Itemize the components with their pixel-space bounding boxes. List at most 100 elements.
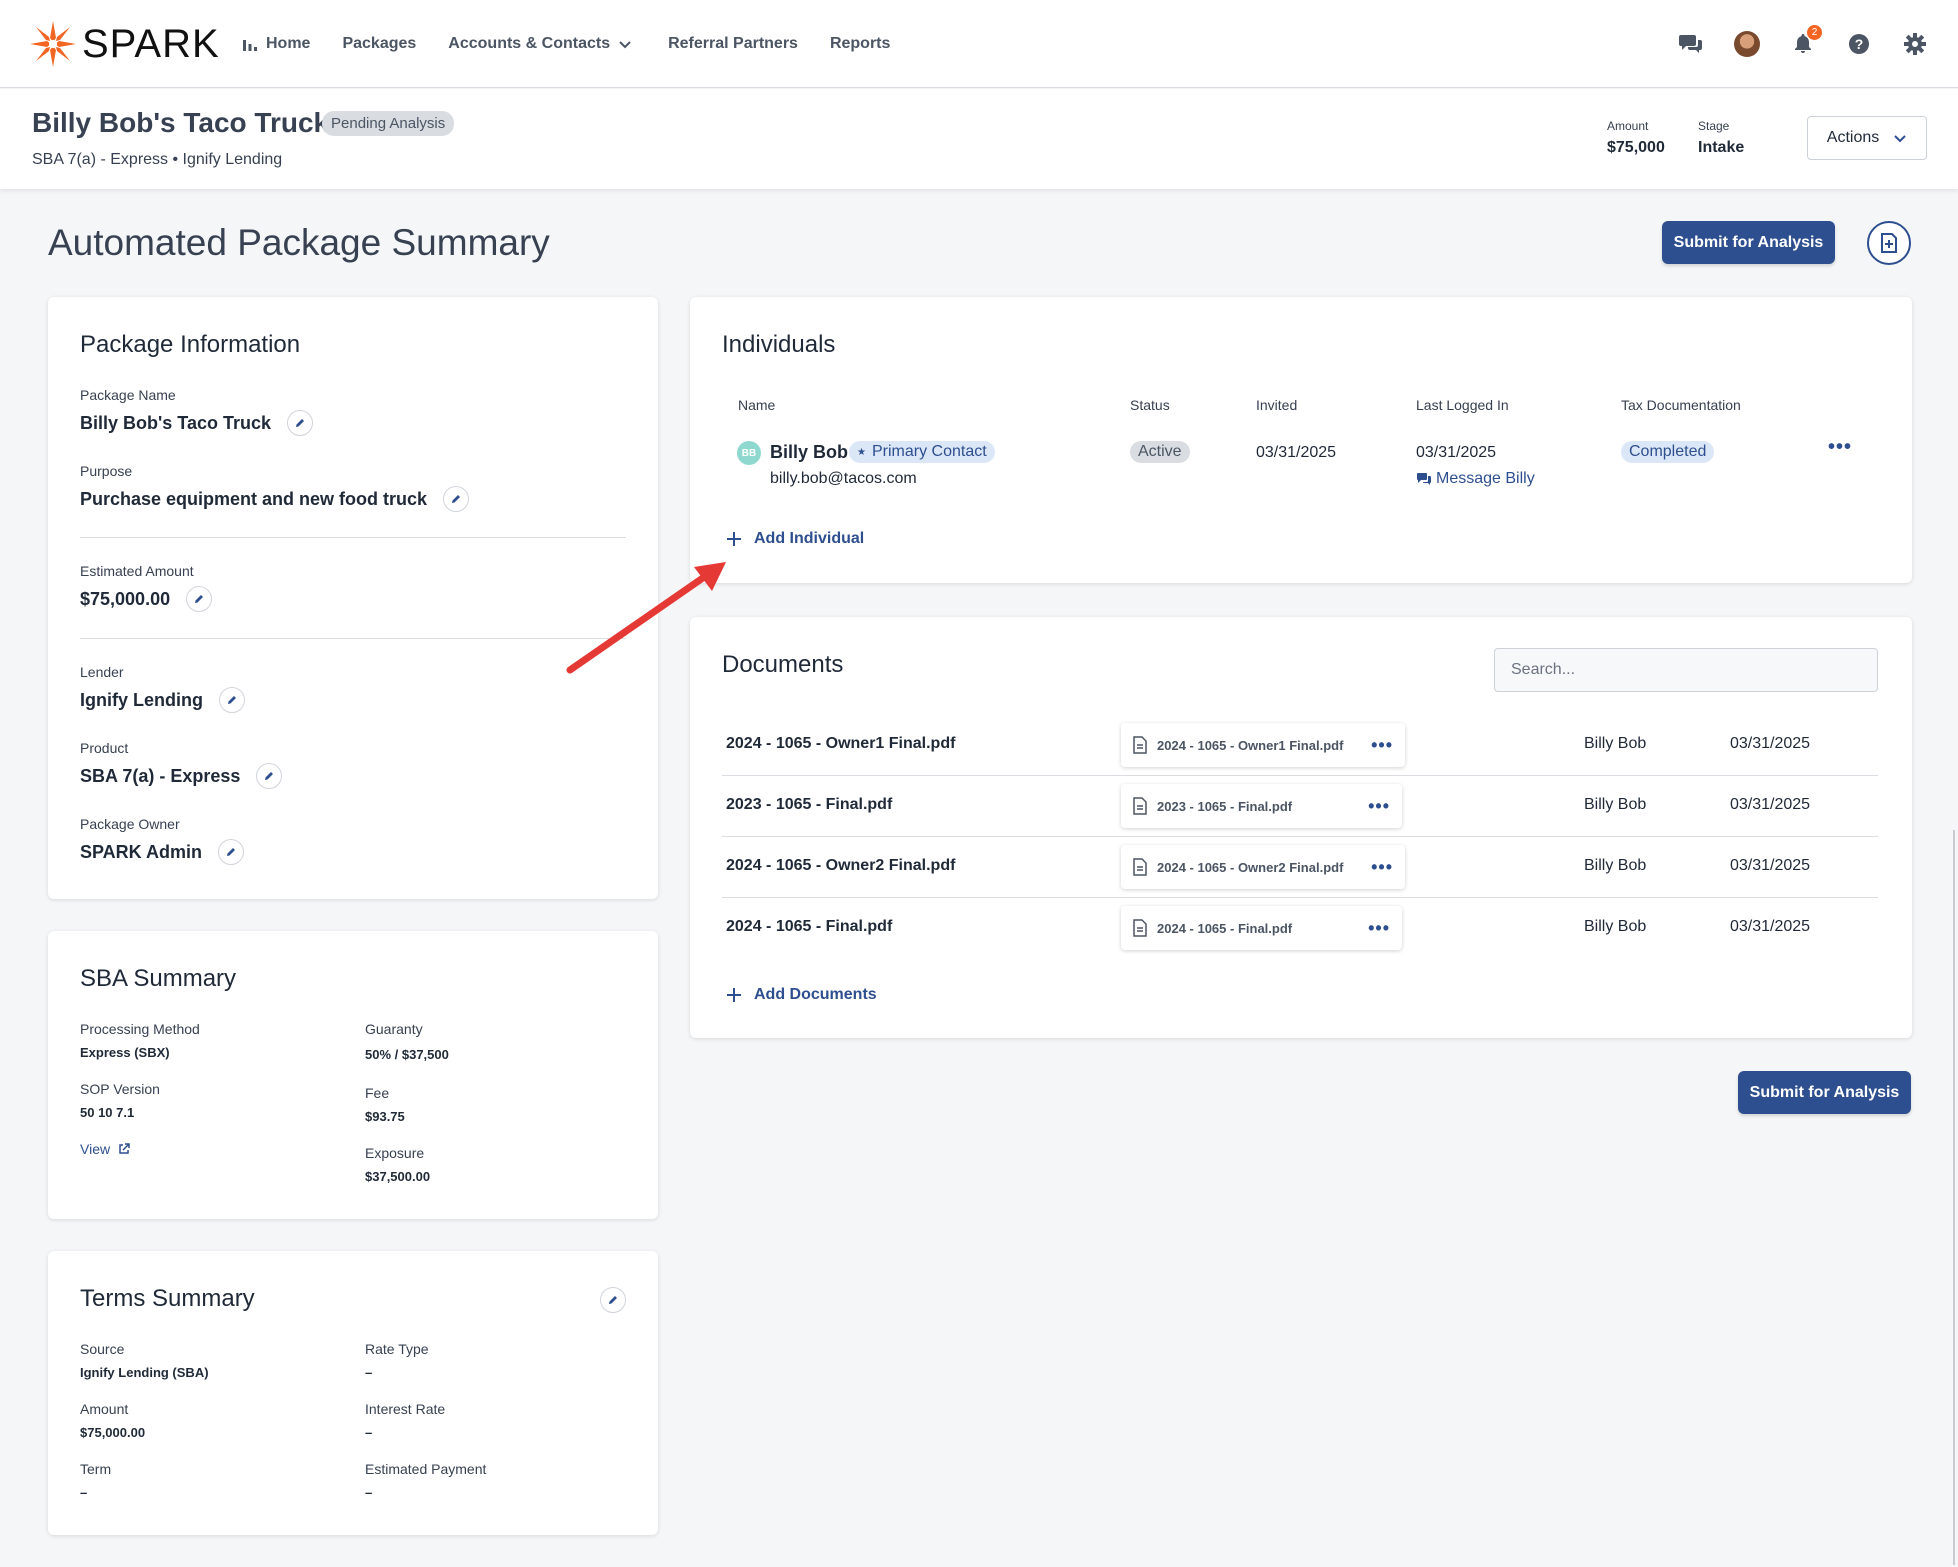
term-label: Term	[80, 1461, 112, 1477]
top-navigation: SPARK Home Packages Accounts & Contacts …	[0, 0, 1958, 88]
package-subtitle: SBA 7(a) - Express • Ignify Lending	[32, 151, 283, 168]
actions-label: Actions	[1826, 129, 1880, 146]
document-row[interactable]: 2024 - 1065 - Final.pdf 2024 - 1065 - Fi…	[722, 898, 1878, 959]
file-icon	[1133, 919, 1147, 937]
more-options-icon[interactable]: •••	[1371, 735, 1393, 756]
document-file-name: 2024 - 1065 - Owner1 Final.pdf	[1157, 737, 1344, 753]
edit-pencil-icon[interactable]	[218, 839, 245, 865]
edit-pencil-icon[interactable]	[219, 687, 245, 713]
document-file-chip[interactable]: 2023 - 1065 - Final.pdf •••	[1121, 784, 1402, 828]
product-field: SBA 7(a) - Express	[80, 763, 283, 789]
document-row[interactable]: 2023 - 1065 - Final.pdf 2023 - 1065 - Fi…	[722, 776, 1878, 837]
primary-contact-label: Primary Contact	[871, 443, 987, 460]
notifications-bell-icon[interactable]: 2	[1790, 25, 1822, 57]
chevron-down-icon	[1894, 135, 1906, 143]
star-icon: ★	[857, 446, 866, 458]
plus-icon	[727, 532, 741, 546]
external-link-icon	[119, 1143, 130, 1154]
document-file-name: 2024 - 1065 - Owner2 Final.pdf	[1157, 859, 1344, 875]
column-header-tax-documentation: Tax Documentation	[1621, 397, 1741, 413]
nav-referral-label: Referral Partners	[668, 35, 798, 52]
sop-version-label: SOP Version	[80, 1081, 160, 1097]
purpose-value: Purchase equipment and new food truck	[80, 488, 428, 509]
edit-pencil-icon[interactable]	[256, 763, 283, 789]
interest-rate-value: –	[365, 1425, 373, 1440]
interest-rate-label: Interest Rate	[365, 1401, 446, 1417]
nav-referral-partners[interactable]: Referral Partners	[668, 24, 798, 64]
edit-pencil-icon[interactable]	[443, 486, 470, 512]
message-label: Message Billy	[1436, 470, 1535, 487]
help-icon[interactable]: ?	[1846, 31, 1872, 57]
message-individual-link[interactable]: Message Billy	[1416, 470, 1535, 488]
submit-for-analysis-button[interactable]: Submit for Analysis	[1662, 221, 1835, 264]
edit-pencil-icon[interactable]	[600, 1287, 626, 1313]
term-value: –	[80, 1485, 88, 1500]
nav-home[interactable]: Home	[242, 24, 310, 64]
column-header-invited: Invited	[1256, 397, 1298, 413]
individual-status-badge: Active	[1130, 441, 1190, 463]
invited-date: 03/31/2025	[1256, 444, 1337, 461]
nav-packages[interactable]: Packages	[342, 24, 416, 64]
document-file-name: 2024 - 1065 - Final.pdf	[1157, 920, 1293, 936]
document-row[interactable]: 2024 - 1065 - Owner2 Final.pdf 2024 - 10…	[722, 837, 1878, 898]
add-documents-label: Add Documents	[754, 986, 877, 1003]
scrollbar[interactable]	[1953, 830, 1955, 1565]
more-options-icon[interactable]: •••	[1368, 796, 1390, 817]
document-name: 2024 - 1065 - Owner2 Final.pdf	[726, 857, 956, 874]
lender-label: Lender	[80, 664, 124, 680]
estimated-payment-value: –	[365, 1485, 373, 1500]
spark-logo[interactable]: SPARK	[30, 18, 220, 70]
product-value: SBA 7(a) - Express	[80, 765, 241, 786]
tax-documentation-badge: Completed	[1621, 441, 1715, 463]
lender-value: Ignify Lending	[80, 689, 203, 710]
more-options-icon[interactable]: •••	[1371, 857, 1393, 878]
purpose-field: Purchase equipment and new food truck	[80, 486, 470, 512]
notification-count-badge: 2	[1807, 25, 1822, 40]
avatar-image	[1734, 31, 1760, 57]
sba-summary-card: SBA Summary Processing Method Express (S…	[48, 931, 658, 1219]
stage-meta: Stage Intake	[1698, 119, 1744, 157]
status-badge: Pending Analysis	[322, 111, 455, 136]
fee-value: $93.75	[365, 1109, 405, 1124]
document-file-chip[interactable]: 2024 - 1065 - Owner1 Final.pdf •••	[1121, 723, 1405, 767]
package-name-label: Package Name	[80, 387, 176, 403]
more-options-icon[interactable]: •••	[1368, 918, 1390, 939]
chat-icon[interactable]	[1678, 31, 1704, 57]
rate-type-value: –	[365, 1365, 373, 1380]
spark-star-icon	[30, 21, 76, 67]
document-search-input[interactable]: Search...	[1494, 648, 1878, 692]
user-avatar[interactable]	[1734, 31, 1760, 57]
page-title: Automated Package Summary	[48, 222, 550, 263]
estimated-amount-value: $75,000.00	[80, 588, 171, 609]
file-icon	[1133, 858, 1147, 876]
add-documents-button[interactable]: Add Documents	[726, 986, 877, 1004]
exposure-value: $37,500.00	[365, 1169, 431, 1184]
document-file-chip[interactable]: 2024 - 1065 - Final.pdf •••	[1121, 906, 1402, 950]
document-file-chip[interactable]: 2024 - 1065 - Owner2 Final.pdf •••	[1121, 845, 1405, 889]
actions-dropdown-button[interactable]: Actions	[1807, 116, 1927, 160]
submit-for-analysis-bottom-button[interactable]: Submit for Analysis	[1738, 1071, 1911, 1114]
view-label: View	[80, 1141, 111, 1157]
card-title: Individuals	[722, 331, 836, 358]
plus-icon	[727, 988, 741, 1002]
package-name-field: Billy Bob's Taco Truck	[80, 410, 313, 436]
nav-reports-label: Reports	[829, 35, 891, 52]
package-name-value: Billy Bob's Taco Truck	[80, 412, 271, 433]
document-name: 2023 - 1065 - Final.pdf	[726, 796, 893, 813]
document-row[interactable]: 2024 - 1065 - Owner1 Final.pdf 2024 - 10…	[722, 715, 1878, 776]
individuals-card: Individuals	[690, 297, 1912, 583]
individual-name[interactable]: Billy Bob	[770, 442, 848, 463]
source-value: Ignify Lending (SBA)	[80, 1365, 209, 1380]
nav-accounts-contacts[interactable]: Accounts & Contacts	[448, 24, 632, 64]
view-sop-link[interactable]: View	[80, 1141, 130, 1157]
row-more-options-icon[interactable]: •••	[1828, 436, 1852, 459]
edit-pencil-icon[interactable]	[186, 586, 213, 612]
document-owner: Billy Bob	[1584, 735, 1647, 752]
document-date: 03/31/2025	[1730, 735, 1811, 752]
add-document-button[interactable]	[1867, 221, 1911, 265]
add-individual-button[interactable]: Add Individual	[726, 530, 864, 548]
rate-type-label: Rate Type	[365, 1341, 429, 1357]
edit-pencil-icon[interactable]	[287, 410, 313, 436]
nav-reports[interactable]: Reports	[830, 24, 890, 64]
settings-gear-icon[interactable]	[1902, 31, 1928, 57]
